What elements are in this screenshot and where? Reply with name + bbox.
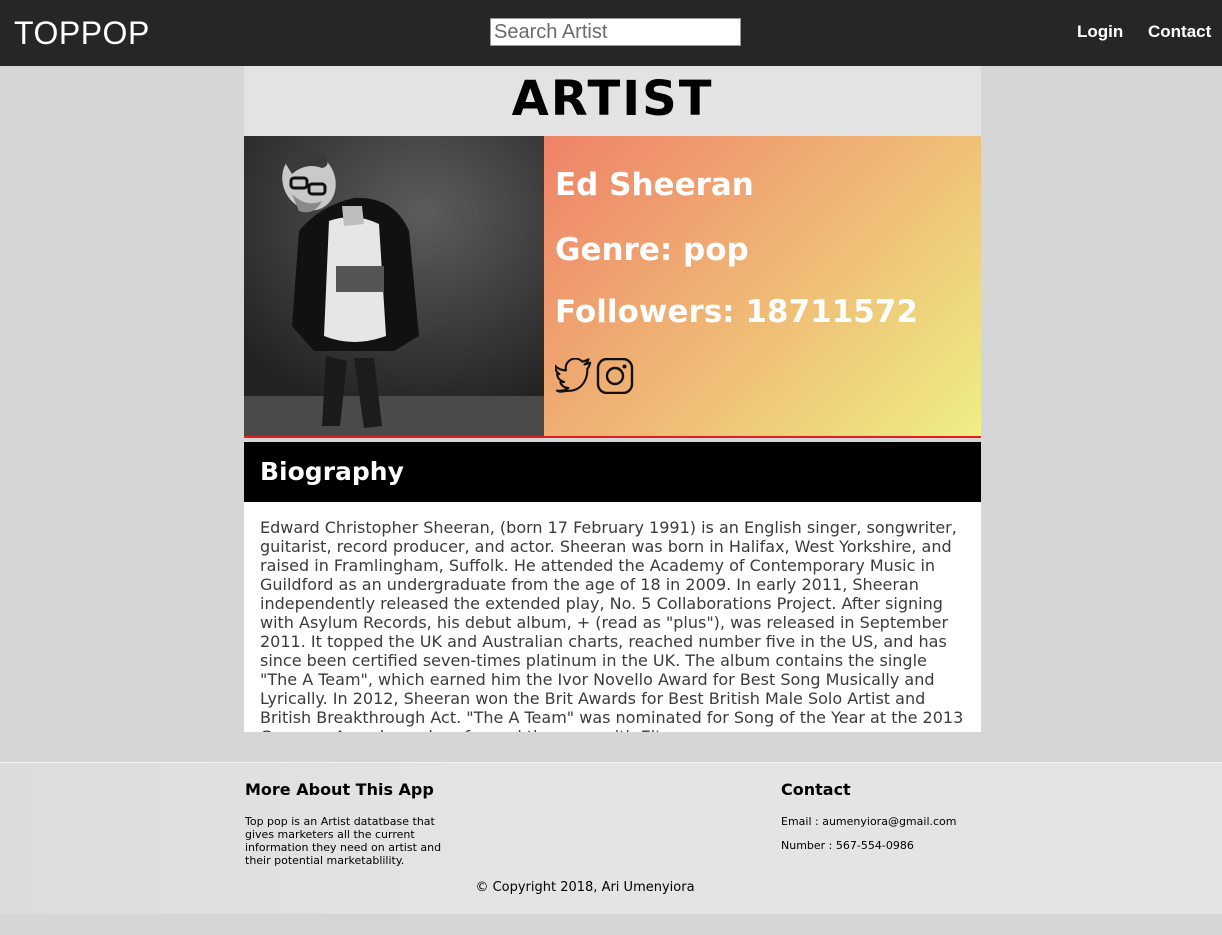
artist-followers: Followers: 18711572 bbox=[555, 294, 918, 330]
twitter-icon[interactable] bbox=[553, 357, 593, 394]
footer: More About This App Top pop is an Artist… bbox=[0, 762, 1222, 914]
artist-info-panel: Ed Sheeran Genre: pop Followers: 1871157… bbox=[544, 136, 981, 436]
biography-heading: Biography bbox=[260, 457, 404, 486]
search-artist-input[interactable] bbox=[490, 18, 741, 46]
artist-profile: Ed Sheeran Genre: pop Followers: 1871157… bbox=[244, 136, 981, 436]
contact-link[interactable]: Contact bbox=[1148, 20, 1211, 44]
artist-photo-illustration bbox=[244, 136, 544, 436]
section-divider bbox=[244, 436, 981, 438]
biography-text: Edward Christopher Sheeran, (born 17 Feb… bbox=[260, 518, 964, 732]
biography-header: Biography bbox=[244, 442, 981, 502]
instagram-icon[interactable] bbox=[596, 357, 634, 395]
page-title: ARTIST bbox=[511, 71, 714, 127]
about-heading: More About This App bbox=[245, 780, 434, 799]
contact-email: Email : aumenyiora@gmail.com bbox=[781, 815, 957, 828]
artist-name: Ed Sheeran bbox=[555, 167, 754, 203]
artist-photo bbox=[244, 136, 544, 436]
title-bar: ARTIST bbox=[244, 66, 981, 136]
about-text: Top pop is an Artist datatbase that give… bbox=[245, 815, 442, 867]
contact-heading: Contact bbox=[781, 780, 851, 799]
copyright: © Copyright 2018, Ari Umenyiora bbox=[475, 880, 695, 895]
brand-logo[interactable]: TOPPOP bbox=[14, 13, 150, 53]
navbar: TOPPOP Login Contact bbox=[0, 0, 1222, 66]
artist-genre: Genre: pop bbox=[555, 232, 749, 268]
biography-body[interactable]: Edward Christopher Sheeran, (born 17 Feb… bbox=[244, 502, 981, 732]
login-link[interactable]: Login bbox=[1077, 20, 1123, 44]
contact-number: Number : 567-554-0986 bbox=[781, 839, 914, 852]
